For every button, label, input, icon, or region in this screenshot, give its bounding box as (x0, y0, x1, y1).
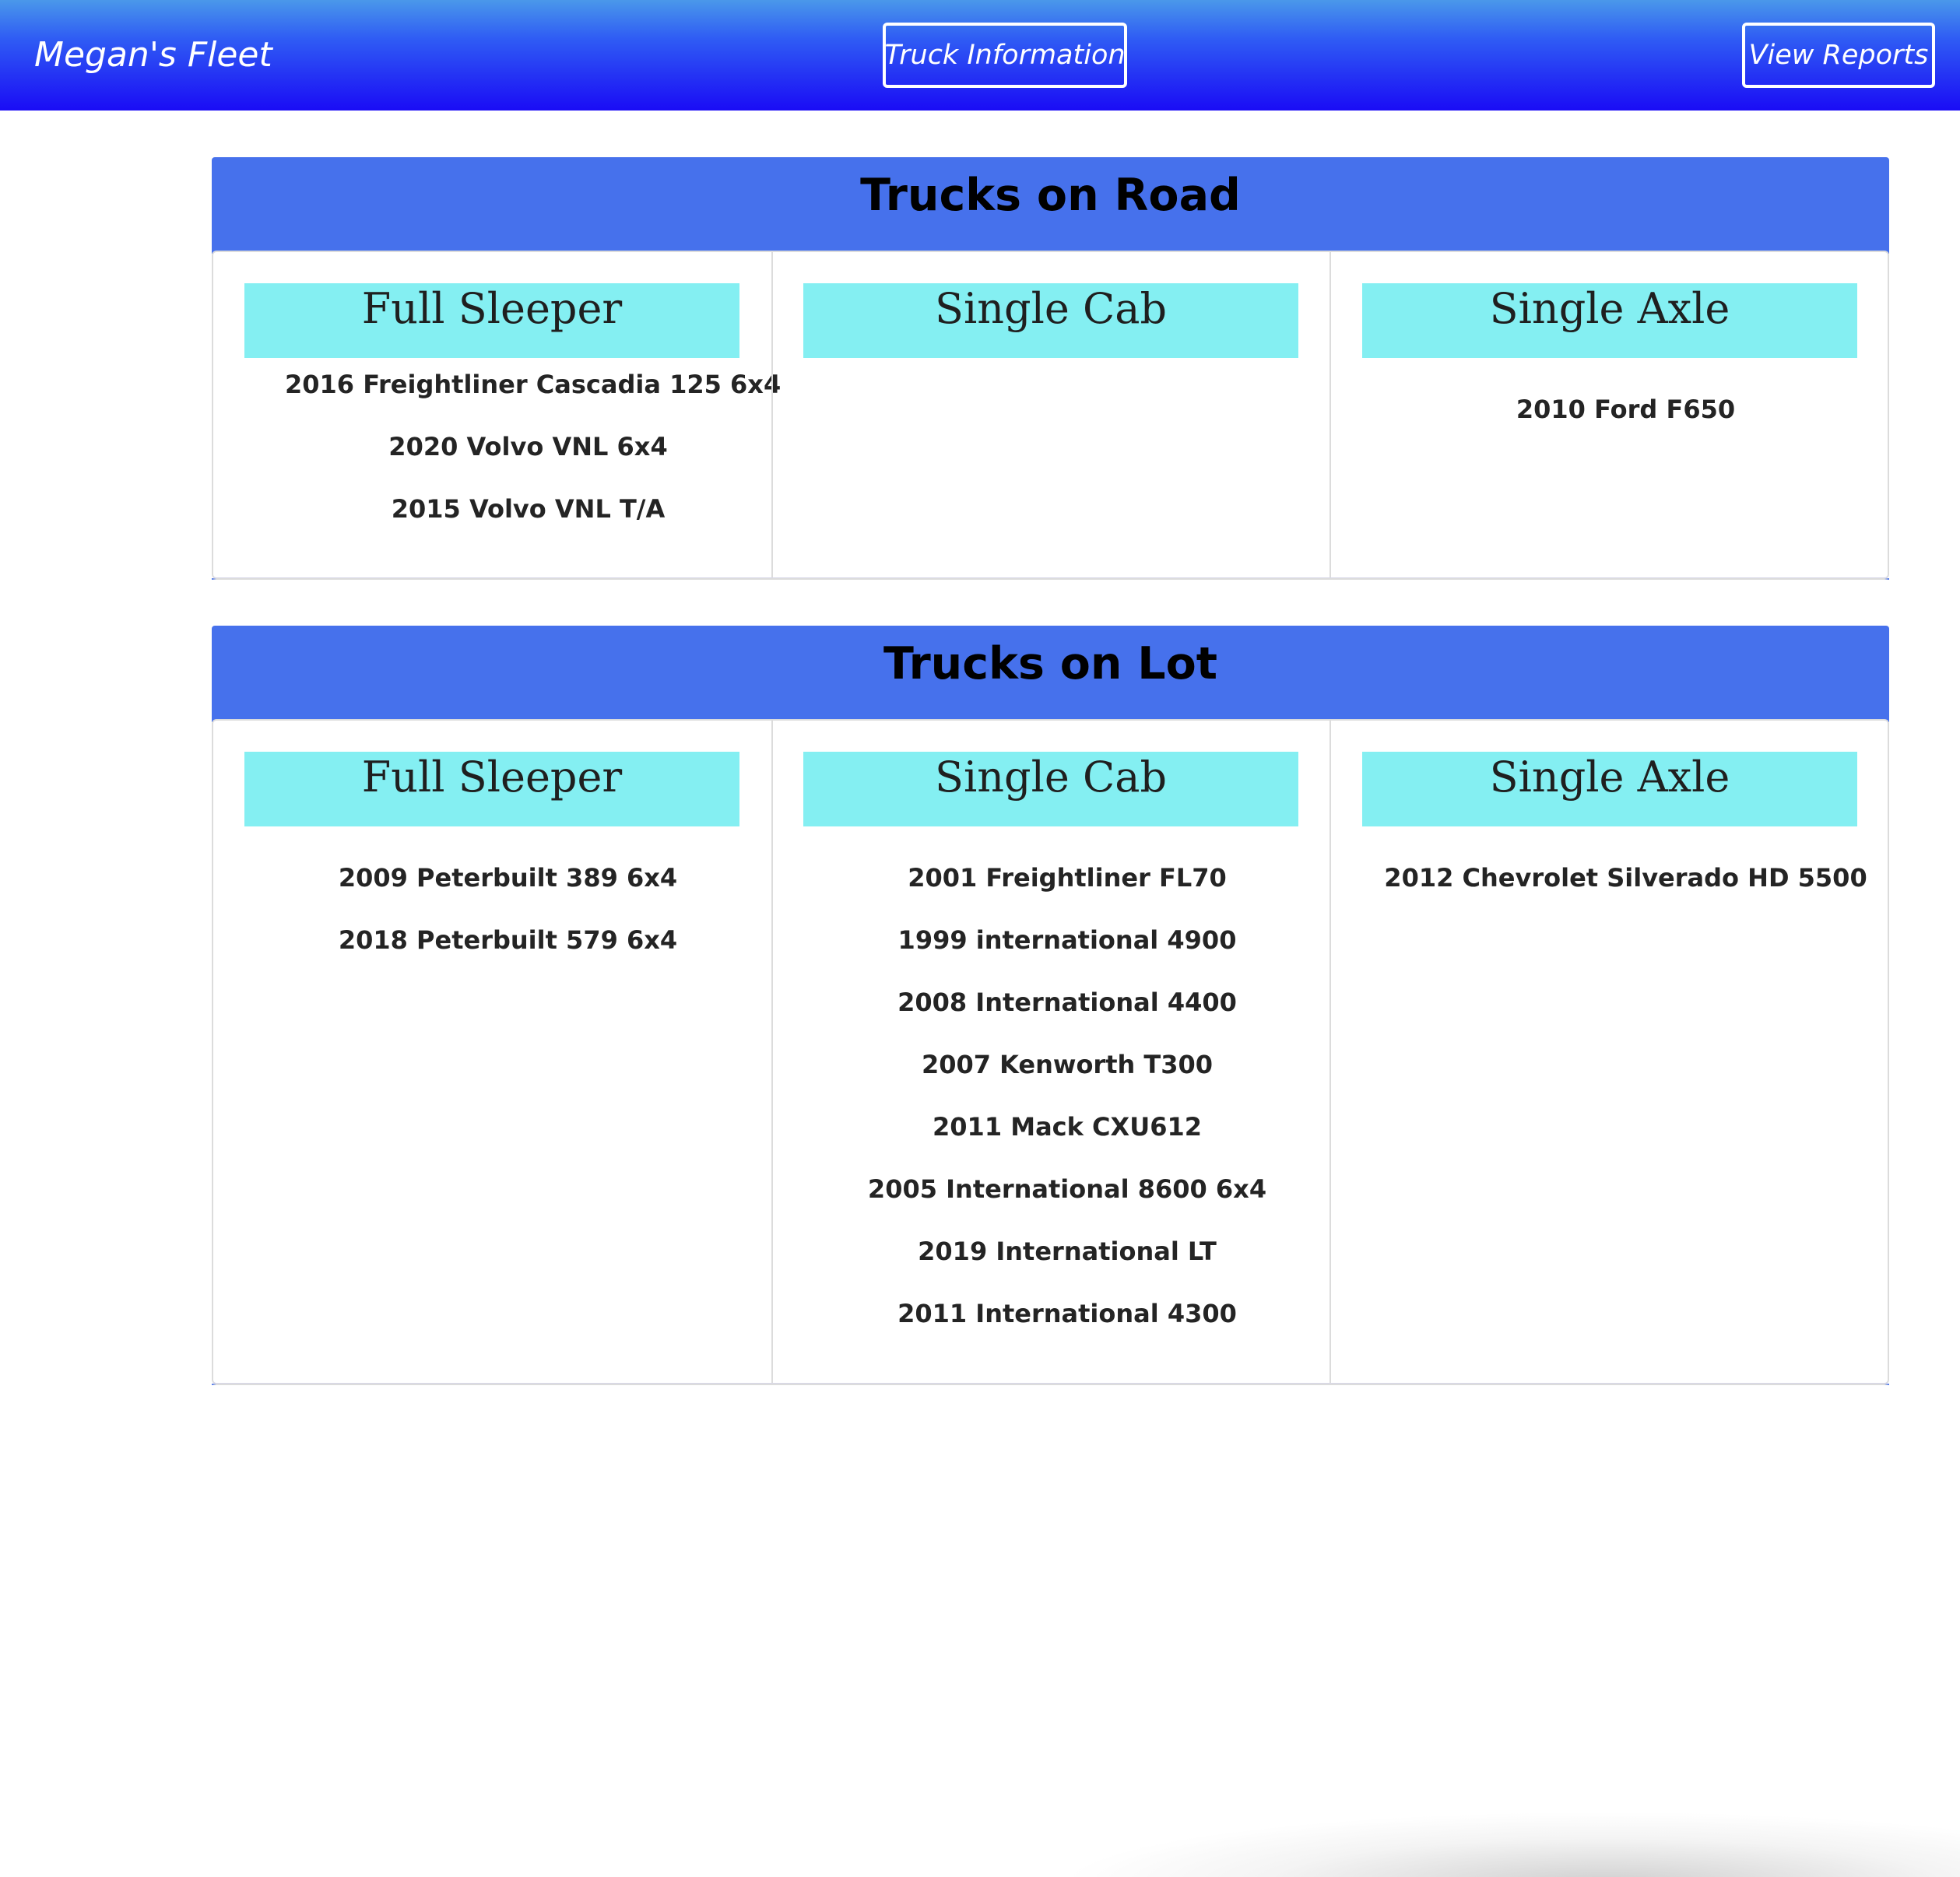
truck-item: 2011 Mack CXU612 (933, 1112, 1202, 1142)
section-title: Trucks on Road (860, 170, 1241, 221)
truck-item: 2007 Kenworth T300 (921, 1050, 1214, 1079)
truck-item: 2010 Ford F650 (1516, 395, 1736, 424)
section-body: Full Sleeper 2016 Freightliner Cascadia … (212, 251, 1889, 580)
truck-item: 2018 Peterbuilt 579 6x4 (338, 925, 678, 955)
category-title: Single Axle (1489, 284, 1730, 333)
truck-item: 2005 International 8600 6x4 (867, 1174, 1267, 1204)
category-header: Single Axle (1362, 752, 1857, 826)
navbar: Megan's Fleet Truck Information View Rep… (0, 0, 1960, 111)
truck-item: 2009 Peterbuilt 389 6x4 (338, 863, 678, 893)
truck-item: 2020 Volvo VNL 6x4 (388, 432, 668, 461)
column-single-cab: Single Cab (771, 252, 1330, 577)
truck-item: 2016 Freightliner Cascadia 125 6x4 (285, 370, 782, 399)
category-title: Full Sleeper (361, 753, 623, 802)
category-title: Single Cab (934, 284, 1168, 333)
column-single-cab: Single Cab 2001 Freightliner FL70 1999 in… (771, 721, 1330, 1383)
category-header: Single Cab (803, 752, 1298, 826)
category-header: Full Sleeper (244, 283, 739, 358)
truck-item: 2001 Freightliner FL70 (908, 863, 1227, 893)
brand-title[interactable]: Megan's Fleet (34, 34, 272, 76)
category-title: Single Cab (934, 753, 1168, 802)
section-title: Trucks on Lot (883, 638, 1218, 689)
category-header: Single Axle (1362, 283, 1857, 358)
truck-information-button[interactable]: Truck Information (883, 23, 1127, 88)
truck-item: 2011 International 4300 (897, 1299, 1237, 1328)
section-header: Trucks on Lot (212, 626, 1889, 722)
category-title: Single Axle (1489, 753, 1730, 802)
column-full-sleeper: Full Sleeper 2016 Freightliner Cascadia … (213, 252, 782, 577)
category-header: Single Cab (803, 283, 1298, 358)
column-single-axle: Single Axle 2010 Ford F650 (1329, 252, 1889, 577)
section-header: Trucks on Road (212, 157, 1889, 254)
category-header: Full Sleeper (244, 752, 739, 826)
column-single-axle: Single Axle 2012 Chevrolet Silverado HD … (1329, 721, 1889, 1383)
truck-item: 1999 international 4900 (897, 925, 1237, 955)
truck-item: 2019 International LT (918, 1237, 1217, 1266)
column-full-sleeper: Full Sleeper 2009 Peterbuilt 389 6x4 2018… (213, 721, 771, 1383)
trucks-on-lot-section: Trucks on Lot Full Sleeper 2009 Peterbui… (212, 626, 1889, 1385)
truck-item: 2015 Volvo VNL T/A (391, 494, 666, 524)
category-title: Full Sleeper (361, 284, 623, 333)
bottom-shadow (1074, 1813, 1960, 1877)
truck-item: 2008 International 4400 (897, 988, 1237, 1017)
trucks-on-road-section: Trucks on Road Full Sleeper 2016 Freight… (212, 157, 1889, 580)
truck-item: 2012 Chevrolet Silverado HD 5500 (1384, 863, 1867, 893)
view-reports-button[interactable]: View Reports (1742, 23, 1935, 88)
section-body: Full Sleeper 2009 Peterbuilt 389 6x4 2018… (212, 719, 1889, 1385)
